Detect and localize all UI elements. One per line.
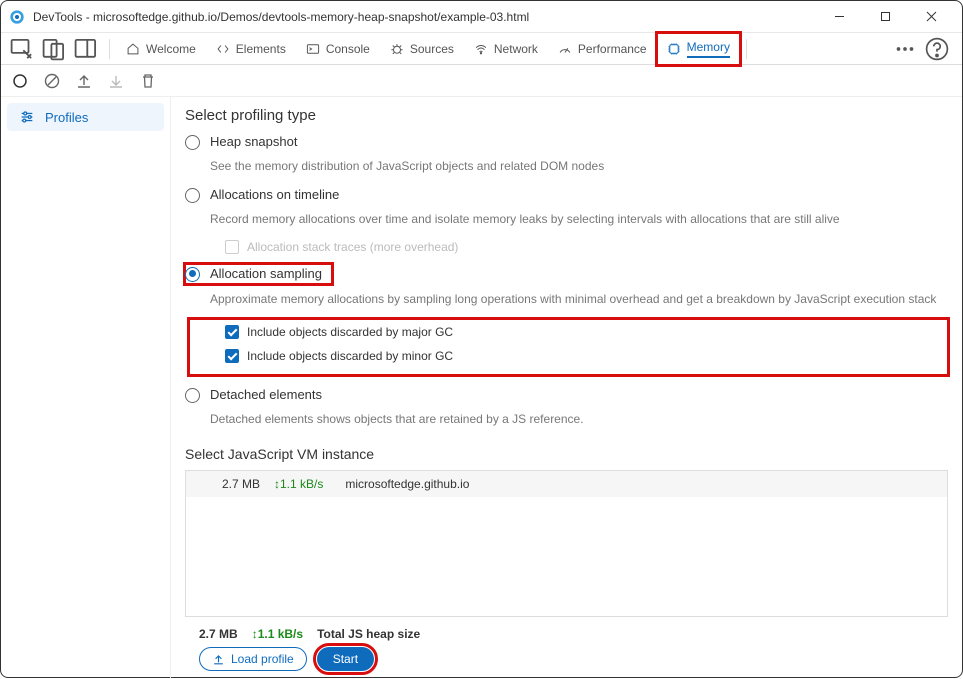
suboption-major-gc[interactable]: Include objects discarded by major GC (225, 325, 938, 339)
close-button[interactable] (908, 1, 954, 33)
option-label: Heap snapshot (210, 134, 297, 149)
memory-toolbar (1, 65, 962, 97)
footer-actions: Load profile Start (185, 647, 948, 671)
select-profiling-type-title: Select profiling type (185, 107, 948, 124)
radio-icon[interactable] (185, 135, 200, 150)
maximize-button[interactable] (862, 1, 908, 33)
option-heap-snapshot[interactable]: Heap snapshot (185, 134, 948, 150)
tab-label: Network (494, 42, 538, 56)
option-allocations-timeline[interactable]: Allocations on timeline (185, 187, 948, 203)
option-description: Detached elements shows objects that are… (210, 411, 948, 428)
option-allocation-sampling[interactable]: Allocation sampling (185, 264, 332, 284)
separator (746, 39, 747, 59)
vm-rate: ↕1.1 kB/s (274, 477, 323, 491)
sliders-icon (19, 109, 35, 125)
minimize-button[interactable] (816, 1, 862, 33)
option-label: Allocation sampling (210, 266, 322, 281)
tab-welcome[interactable]: Welcome (116, 33, 206, 65)
tab-label: Welcome (146, 42, 196, 56)
memory-icon (667, 42, 681, 56)
radio-icon[interactable] (185, 388, 200, 403)
window-titlebar: DevTools - microsoftedge.github.io/Demos… (1, 1, 962, 33)
tab-label: Elements (236, 42, 286, 56)
tab-console[interactable]: Console (296, 33, 380, 65)
option-description: See the memory distribution of JavaScrip… (210, 158, 948, 175)
suboption-label: Allocation stack traces (more overhead) (247, 240, 458, 254)
select-vm-instance-title: Select JavaScript VM instance (185, 446, 948, 462)
devtools-icon (9, 9, 25, 25)
total-size: 2.7 MB (199, 627, 238, 641)
vm-instance-row[interactable]: 2.7 MB ↕1.1 kB/s microsoftedge.github.io (186, 471, 947, 497)
suboption-minor-gc[interactable]: Include objects discarded by minor GC (225, 349, 938, 363)
inspect-icon[interactable] (9, 36, 35, 62)
performance-icon (558, 42, 572, 56)
load-profile-button[interactable]: Load profile (199, 647, 307, 671)
tab-elements[interactable]: Elements (206, 33, 296, 65)
tab-performance[interactable]: Performance (548, 33, 657, 65)
clear-icon[interactable] (43, 72, 61, 90)
option-description: Approximate memory allocations by sampli… (210, 291, 948, 308)
vm-instance-list: 2.7 MB ↕1.1 kB/s microsoftedge.github.io (185, 470, 948, 617)
dock-side-icon[interactable] (73, 36, 99, 62)
vm-size: 2.7 MB (200, 477, 260, 491)
suboption-label: Include objects discarded by minor GC (247, 349, 453, 363)
separator (109, 39, 110, 59)
suboption-label: Include objects discarded by major GC (247, 325, 453, 339)
device-emulation-icon[interactable] (41, 36, 67, 62)
console-icon (306, 42, 320, 56)
sidebar-item-label: Profiles (45, 110, 88, 125)
tab-label: Console (326, 42, 370, 56)
profiles-sidebar: Profiles (1, 97, 171, 679)
help-icon[interactable] (924, 36, 950, 62)
delete-icon[interactable] (139, 72, 157, 90)
button-label: Start (333, 652, 358, 666)
tab-network[interactable]: Network (464, 33, 548, 65)
tab-memory[interactable]: Memory (657, 33, 740, 65)
option-label: Allocations on timeline (210, 187, 339, 202)
suboption-stack-traces: Allocation stack traces (more overhead) (225, 240, 948, 254)
home-icon (126, 42, 140, 56)
heap-stats: 2.7 MB ↕1.1 kB/s Total JS heap size (185, 617, 948, 647)
start-button[interactable]: Start (317, 647, 374, 671)
option-detached-elements[interactable]: Detached elements (185, 387, 948, 403)
memory-main: Select profiling type Heap snapshot See … (171, 97, 962, 679)
checkbox-icon[interactable] (225, 349, 239, 363)
button-label: Load profile (231, 652, 294, 666)
tab-label: Sources (410, 42, 454, 56)
option-description: Record memory allocations over time and … (210, 211, 948, 228)
checkbox-icon[interactable] (225, 325, 239, 339)
checkbox-icon (225, 240, 239, 254)
upload-icon (212, 653, 225, 666)
radio-icon[interactable] (185, 267, 200, 282)
panel-tabs: Welcome Elements Console Sources Network… (1, 33, 962, 65)
tab-label: Performance (578, 42, 647, 56)
sidebar-item-profiles[interactable]: Profiles (7, 103, 164, 131)
total-rate: ↕1.1 kB/s (252, 627, 303, 641)
wifi-icon (474, 42, 488, 56)
total-label: Total JS heap size (317, 627, 420, 641)
radio-icon[interactable] (185, 188, 200, 203)
tab-sources[interactable]: Sources (380, 33, 464, 65)
code-icon (216, 42, 230, 56)
upload-icon[interactable] (75, 72, 93, 90)
bug-icon (390, 42, 404, 56)
record-icon[interactable] (11, 72, 29, 90)
tab-label: Memory (687, 40, 730, 58)
sampling-suboptions: Include objects discarded by major GC In… (189, 319, 948, 375)
download-icon[interactable] (107, 72, 125, 90)
more-icon[interactable] (892, 36, 918, 62)
option-label: Detached elements (210, 387, 322, 402)
vm-host: microsoftedge.github.io (345, 477, 469, 491)
window-title: DevTools - microsoftedge.github.io/Demos… (33, 10, 816, 24)
